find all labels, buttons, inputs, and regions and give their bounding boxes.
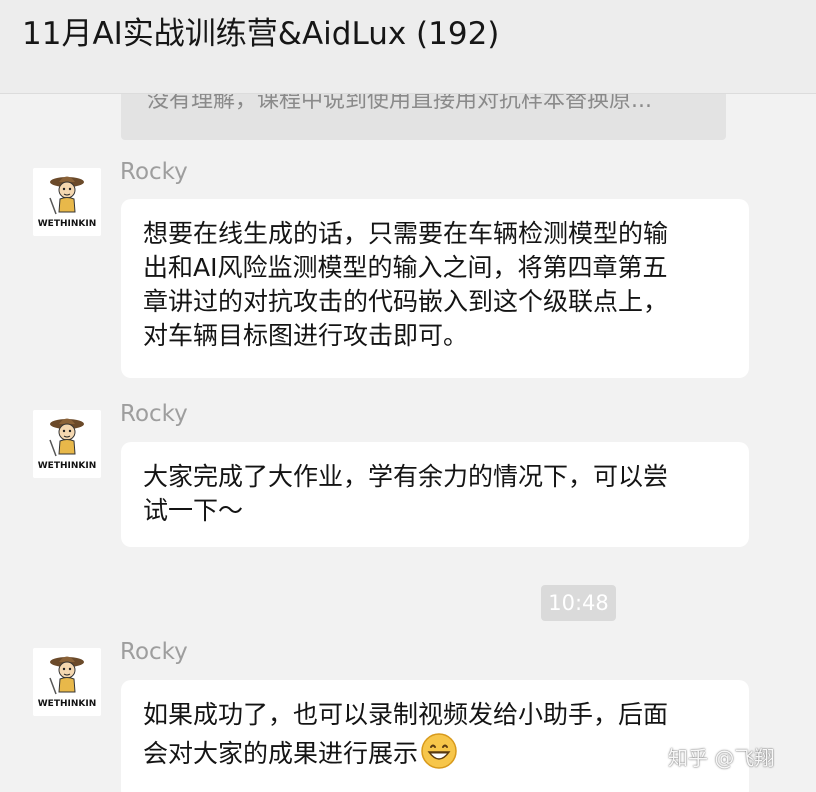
sender-name: Rocky [120,159,188,185]
sender-name: Rocky [120,639,188,665]
svg-text:WETHINKIN: WETHINKIN [38,699,96,709]
svg-text:WETHINKIN: WETHINKIN [38,461,96,471]
message-line: 会对大家的成果进行展示 [143,739,419,768]
avatar[interactable]: WETHINKIN [33,168,101,236]
sender-name: Rocky [120,401,188,427]
quoted-message-text: 没有理解，课程中说到使用直接用对抗样本替换原... [147,94,652,113]
chat-header: 11月AI实战训练营&AidLux (192) [0,0,816,94]
group-chat-title: 11月AI实战训练营&AidLux (192) [22,16,500,52]
wethinkin-logo-icon: WETHINKIN [33,648,101,716]
grinning-face-emoji-icon [420,732,458,770]
svg-text:WETHINKIN: WETHINKIN [38,219,96,229]
avatar[interactable]: WETHINKIN [33,410,101,478]
message-line: 想要在线生成的话，只需要在车辆检测模型的输 [143,219,669,248]
message-bubble[interactable]: 大家完成了大作业，学有余力的情况下，可以尝 试一下～ [121,442,749,547]
message-line: 对车辆目标图进行攻击即可。 [143,321,469,350]
quoted-message-preview[interactable]: 没有理解，课程中说到使用直接用对抗样本替换原... [121,94,726,140]
message-line: 大家完成了大作业，学有余力的情况下，可以尝 [143,462,669,491]
message-list[interactable]: 没有理解，课程中说到使用直接用对抗样本替换原... WETHINKIN Rock… [0,94,816,792]
wethinkin-logo-icon: WETHINKIN [33,410,101,478]
zhihu-watermark: 知乎 @飞翔 [668,746,775,770]
message-bubble[interactable]: 如果成功了，也可以录制视频发给小助手，后面 会对大家的成果进行展示 [121,680,749,792]
wethinkin-logo-icon: WETHINKIN [33,168,101,236]
message-line: 出和AI风险监测模型的输入之间，将第四章第五 [143,253,668,282]
message-line: 试一下～ [143,496,244,525]
avatar[interactable]: WETHINKIN [33,648,101,716]
message-bubble[interactable]: 想要在线生成的话，只需要在车辆检测模型的输 出和AI风险监测模型的输入之间，将第… [121,199,749,378]
message-line: 章讲过的对抗攻击的代码嵌入到这个级联点上， [143,287,669,316]
message-line: 如果成功了，也可以录制视频发给小助手，后面 [143,700,669,729]
message-timestamp: 10:48 [541,585,616,621]
message-line-with-emoji: 会对大家的成果进行展示 [143,732,731,771]
